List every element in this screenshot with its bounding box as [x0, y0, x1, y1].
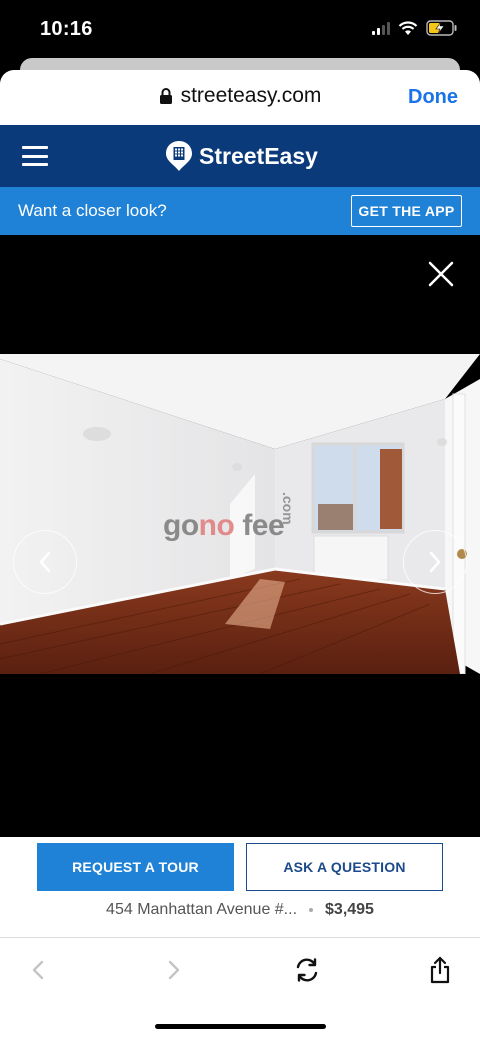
- listing-actions: REQUEST A TOUR ASK A QUESTION 454 Manhat…: [0, 837, 480, 937]
- share-icon: [430, 956, 450, 984]
- forward-arrow-icon: [168, 960, 180, 980]
- home-indicator[interactable]: [155, 1024, 326, 1029]
- chevron-left-icon: [39, 551, 51, 573]
- watermark-fee: fee: [242, 509, 285, 542]
- status-time: 10:16: [40, 18, 93, 40]
- forward-button[interactable]: [154, 950, 194, 990]
- close-icon[interactable]: [428, 261, 454, 287]
- brand-name: StreetEasy: [199, 142, 318, 169]
- back-arrow-icon: [32, 960, 44, 980]
- previous-photo-button[interactable]: [13, 530, 77, 594]
- lock-icon: [159, 88, 172, 104]
- building-pin-icon: [166, 141, 192, 171]
- watermark-no: no: [198, 509, 235, 542]
- status-bar: 10:16: [0, 0, 480, 62]
- chevron-right-icon: [429, 551, 441, 573]
- app-promo-banner: Want a closer look? GET THE APP: [0, 187, 480, 235]
- listing-price: $3,495: [325, 901, 374, 918]
- done-button[interactable]: Done: [408, 86, 458, 109]
- get-the-app-button[interactable]: GET THE APP: [351, 195, 462, 227]
- brand-logo[interactable]: StreetEasy: [165, 140, 318, 172]
- separator-dot: [309, 908, 314, 912]
- listing-photo: gono fee .com: [0, 354, 480, 674]
- listing-summary: 454 Manhattan Avenue #... $3,495: [0, 901, 480, 919]
- reload-icon: [296, 958, 318, 982]
- watermark-go: go: [163, 509, 199, 542]
- cellular-signal-icon: [372, 21, 390, 35]
- watermark-suffix: .com: [280, 492, 296, 525]
- wifi-icon: [398, 20, 418, 35]
- photo-watermark: gono fee: [163, 509, 285, 543]
- next-photo-button[interactable]: [403, 530, 467, 594]
- photo-gallery: gono fee .com: [0, 235, 480, 837]
- battery-charging-icon: [426, 20, 457, 36]
- promo-text: Want a closer look?: [18, 201, 167, 220]
- ask-question-button[interactable]: ASK A QUESTION: [246, 843, 443, 891]
- request-tour-button[interactable]: REQUEST A TOUR: [37, 843, 234, 891]
- reload-button[interactable]: [287, 950, 327, 990]
- url-text: streeteasy.com: [180, 84, 322, 107]
- browser-toolbar: [0, 937, 480, 1039]
- hamburger-menu-icon[interactable]: [22, 146, 48, 166]
- browser-address-bar: streeteasy.com Done: [0, 70, 480, 125]
- status-icons: [372, 20, 458, 36]
- listing-address[interactable]: 454 Manhattan Avenue #...: [106, 901, 297, 919]
- site-header: StreetEasy: [0, 125, 480, 187]
- share-button[interactable]: [420, 950, 460, 990]
- back-button[interactable]: [18, 950, 58, 990]
